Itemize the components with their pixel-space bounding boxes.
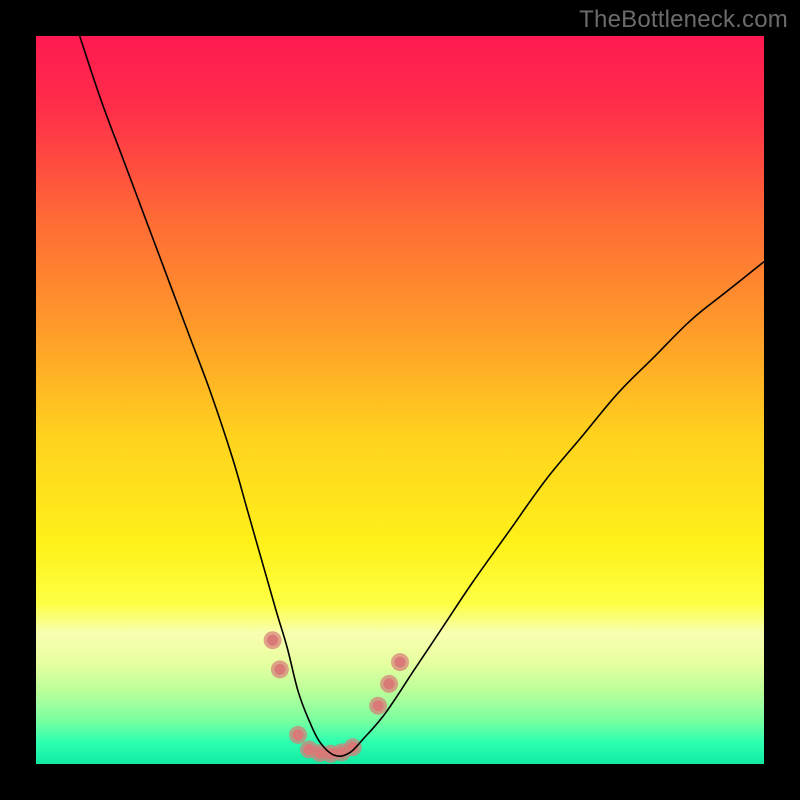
chart-frame: TheBottleneck.com bbox=[0, 0, 800, 800]
marker-inner bbox=[267, 635, 278, 646]
marker-inner bbox=[373, 700, 384, 711]
marker-inner bbox=[293, 729, 304, 740]
chart-svg bbox=[36, 36, 764, 764]
plot-area bbox=[36, 36, 764, 764]
marker-inner bbox=[384, 678, 395, 689]
watermark-text: TheBottleneck.com bbox=[579, 6, 788, 34]
marker-inner bbox=[274, 664, 285, 675]
marker-inner bbox=[395, 657, 406, 668]
